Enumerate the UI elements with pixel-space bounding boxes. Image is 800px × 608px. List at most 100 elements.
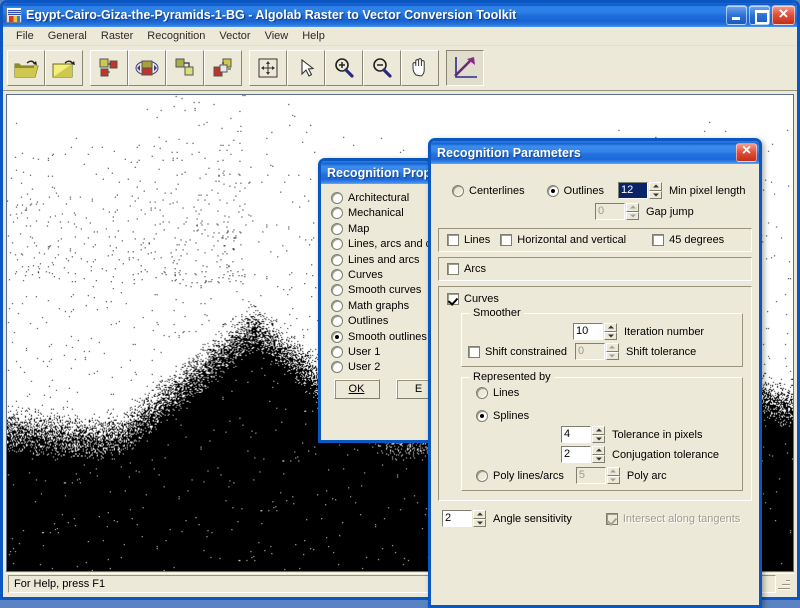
iteration-number-arrows[interactable] bbox=[604, 323, 617, 340]
minimize-button[interactable] bbox=[726, 5, 747, 25]
checkbox-shift-constrained[interactable]: Shift constrained bbox=[468, 345, 567, 358]
spinner-down-icon[interactable] bbox=[473, 518, 486, 527]
conjugation-tolerance-arrows[interactable] bbox=[592, 446, 605, 463]
pan-hand-icon bbox=[407, 55, 433, 81]
tolerance-in-pixels-value[interactable]: 4 bbox=[561, 426, 591, 443]
open-image-icon bbox=[50, 55, 78, 81]
open-image-icon-button[interactable] bbox=[45, 50, 83, 86]
radio-represented-lines[interactable]: Lines bbox=[476, 387, 736, 399]
color-reduce-icon-button[interactable] bbox=[90, 50, 128, 86]
min-pixel-length-spinner[interactable]: 12 bbox=[618, 182, 662, 199]
radio-outlines[interactable]: Outlines bbox=[331, 315, 436, 328]
angle-sensitivity-value[interactable]: 2 bbox=[442, 510, 472, 527]
spinner-up-icon[interactable] bbox=[592, 426, 605, 435]
spinner-up-icon[interactable] bbox=[592, 446, 605, 455]
gap-jump-label: Gap jump bbox=[646, 205, 694, 218]
zoom-out-icon bbox=[369, 55, 395, 81]
radio-math-graphs[interactable]: Math graphs bbox=[331, 299, 436, 312]
pan-hand-icon-button[interactable] bbox=[401, 50, 439, 86]
radio-lines-arcs-and-curves[interactable]: Lines, arcs and c bbox=[331, 238, 436, 251]
conjugation-tolerance-spinner[interactable]: 2 bbox=[561, 446, 605, 463]
radio-label: Mechanical bbox=[348, 207, 404, 220]
parameters-dialog-titlebar[interactable]: Recognition Parameters bbox=[431, 141, 759, 164]
invert-colors-icon-button[interactable] bbox=[128, 50, 166, 86]
radio-user-2[interactable]: User 2 bbox=[331, 361, 436, 374]
radio-user-1[interactable]: User 1 bbox=[331, 345, 436, 358]
checkbox-45-degrees[interactable]: 45 degrees bbox=[652, 234, 724, 246]
conjugation-tolerance-value[interactable]: 2 bbox=[561, 446, 591, 463]
radio-smooth-outlines[interactable]: Smooth outlines bbox=[331, 330, 436, 343]
min-pixel-length-value[interactable]: 12 bbox=[618, 182, 648, 199]
radio-map[interactable]: Map bbox=[331, 222, 436, 235]
menu-item-view[interactable]: View bbox=[258, 28, 296, 44]
spinner-up-icon[interactable] bbox=[604, 323, 617, 332]
radio-indicator bbox=[331, 299, 343, 312]
checkbox-label: 45 degrees bbox=[669, 234, 725, 246]
smoother-group-inner: 10 Iteration number Shift constrained 0 … bbox=[461, 313, 743, 367]
angle-sensitivity-arrows[interactable] bbox=[473, 510, 486, 527]
radio-smooth-curves[interactable]: Smooth curves bbox=[331, 284, 436, 297]
radio-curves[interactable]: Curves bbox=[331, 268, 436, 281]
iteration-number-value[interactable]: 10 bbox=[573, 323, 603, 340]
vectorize-icon-button[interactable] bbox=[446, 50, 484, 86]
radio-centerlines[interactable]: Centerlines bbox=[452, 184, 525, 197]
tolerance-in-pixels-spinner[interactable]: 4 bbox=[561, 426, 605, 443]
menu-item-file[interactable]: File bbox=[9, 28, 41, 44]
menu-item-recognition[interactable]: Recognition bbox=[140, 28, 212, 44]
open-folder-icon-button[interactable] bbox=[7, 50, 45, 86]
properties-dialog-titlebar[interactable]: Recognition Prop bbox=[321, 161, 440, 184]
radio-lines-and-arcs[interactable]: Lines and arcs bbox=[331, 253, 436, 266]
menu-item-vector[interactable]: Vector bbox=[212, 28, 257, 44]
shift-tolerance-spinner: 0 bbox=[574, 343, 619, 360]
checkbox-arcs[interactable]: Arcs bbox=[447, 263, 743, 275]
radio-indicator bbox=[331, 192, 343, 204]
represented-by-group-inner: Lines Splines 4 Tolerance in pixels 2 Co… bbox=[461, 377, 743, 491]
zoom-out-icon-button[interactable] bbox=[363, 50, 401, 86]
resize-grip[interactable] bbox=[776, 576, 792, 592]
vectorize-icon bbox=[451, 54, 479, 82]
menu-item-help[interactable]: Help bbox=[295, 28, 332, 44]
tolerance-in-pixels-row: 4 Tolerance in pixels bbox=[468, 426, 736, 443]
gap-jump-value: 0 bbox=[595, 203, 625, 220]
checkbox-label: Curves bbox=[464, 293, 499, 305]
color-layers-icon-button[interactable] bbox=[204, 50, 242, 86]
iteration-number-row: 10 Iteration number bbox=[468, 323, 736, 340]
shift-row: Shift constrained 0 Shift tolerance bbox=[468, 343, 736, 360]
maximize-button[interactable] bbox=[749, 5, 770, 25]
radio-splines[interactable]: Splines bbox=[476, 410, 736, 422]
iteration-number-spinner[interactable]: 10 bbox=[573, 323, 617, 340]
ok-button[interactable]: OK bbox=[333, 379, 380, 400]
spinner-down-icon bbox=[605, 351, 619, 360]
color-swap-icon-button[interactable] bbox=[166, 50, 204, 86]
checkbox-lines[interactable]: Lines bbox=[447, 234, 490, 246]
fit-to-window-icon-button[interactable] bbox=[249, 50, 287, 86]
zoom-in-icon-button[interactable] bbox=[325, 50, 363, 86]
window-titlebar[interactable]: Egypt-Cairo-Giza-the-Pyramids-1-BG - Alg… bbox=[3, 3, 797, 27]
spinner-down-icon[interactable] bbox=[592, 434, 605, 443]
menu-item-raster[interactable]: Raster bbox=[94, 28, 140, 44]
checkbox-horizontal-and-vertical[interactable]: Horizontal and vertical bbox=[500, 234, 626, 246]
radio-label: Curves bbox=[348, 268, 383, 281]
close-button[interactable] bbox=[772, 4, 795, 25]
shift-tolerance-label: Shift tolerance bbox=[625, 345, 697, 358]
spinner-down-icon[interactable] bbox=[649, 190, 662, 199]
select-arrow-icon-button[interactable] bbox=[287, 50, 325, 86]
checkbox-indicator bbox=[605, 512, 618, 525]
min-pixel-length-arrows[interactable] bbox=[649, 182, 662, 199]
poly-lines-arcs-row: Poly lines/arcs 5 Poly arc bbox=[468, 467, 736, 484]
menu-item-general[interactable]: General bbox=[41, 28, 94, 44]
angle-sensitivity-spinner[interactable]: 2 bbox=[442, 510, 486, 527]
radio-architectural[interactable]: Architectural bbox=[331, 192, 436, 204]
radio-outlines[interactable]: Outlines bbox=[546, 184, 604, 197]
window-controls bbox=[726, 4, 795, 25]
tolerance-in-pixels-arrows[interactable] bbox=[592, 426, 605, 443]
checkbox-curves[interactable]: Curves bbox=[447, 293, 743, 305]
radio-mechanical[interactable]: Mechanical bbox=[331, 207, 436, 220]
spinner-up-icon[interactable] bbox=[473, 510, 486, 519]
spinner-down-icon[interactable] bbox=[592, 454, 605, 463]
parameters-dialog-close-button[interactable] bbox=[736, 142, 757, 162]
shift-tolerance-value: 0 bbox=[574, 343, 605, 360]
spinner-up-icon[interactable] bbox=[649, 182, 662, 191]
spinner-down-icon[interactable] bbox=[604, 331, 617, 340]
radio-poly-lines-arcs[interactable]: Poly lines/arcs bbox=[476, 469, 564, 482]
